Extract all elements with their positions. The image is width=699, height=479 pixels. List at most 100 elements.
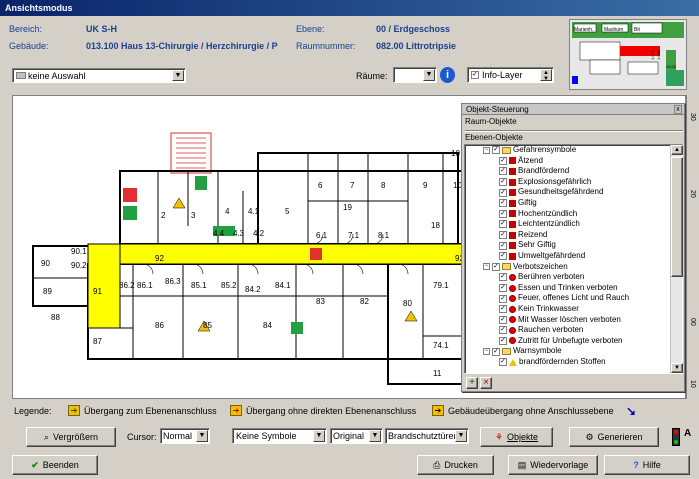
chevron-down-icon[interactable]: ▼ [313, 430, 325, 442]
checkbox-checked-icon[interactable]: ✓ [499, 156, 507, 165]
tree-item[interactable]: ✓ Feuer, offenes Licht und Rauch [483, 293, 682, 304]
room-label[interactable]: 4 [225, 207, 230, 216]
traffic-light-icon[interactable]: A [670, 426, 694, 448]
tree-item[interactable]: ✓ Kein Trinkwasser [483, 304, 682, 315]
tree-group[interactable]: − ✓ Verbotszeichen [483, 262, 682, 273]
tree-item[interactable]: ✓ Zutritt für Unbefugte verboten [483, 336, 682, 347]
cursor-dropdown[interactable]: Normal ▼ [160, 428, 210, 444]
tree-item[interactable]: ✓ Giftig [483, 198, 682, 209]
room-label[interactable]: 80 [403, 299, 412, 308]
close-icon[interactable]: x [674, 105, 682, 114]
room-label[interactable]: 7 [350, 181, 355, 190]
tree-item[interactable]: ✓ Rauchen verboten [483, 325, 682, 336]
checkbox-checked-icon[interactable]: ✓ [499, 336, 507, 345]
room-label[interactable]: 86.2 [119, 281, 135, 290]
tree-item[interactable]: ✓ brandfördernden Stoffen [483, 357, 682, 368]
room-label[interactable]: 4.3 [233, 229, 245, 238]
tree-item[interactable]: ✓ Leichtentzündlich [483, 219, 682, 230]
checkbox-checked-icon[interactable]: ✓ [499, 358, 507, 367]
room-label[interactable]: 79.1 [433, 281, 449, 290]
room-label[interactable]: 9 [423, 181, 428, 190]
ebenen-objekte-header[interactable]: Ebenen-Objekte [465, 133, 523, 142]
scroll-up-icon[interactable]: ▲ [671, 145, 683, 155]
collapse-icon[interactable]: − [483, 263, 490, 271]
checkbox-checked-icon[interactable]: ✓ [471, 71, 479, 79]
chevron-down-icon[interactable]: ▼ [369, 430, 381, 442]
room-label[interactable]: 90.2 [71, 261, 87, 270]
chevron-down-icon[interactable]: ▼ [455, 430, 467, 442]
info-layer-toggle[interactable]: ✓ Info-Layer ▲ ▼ [467, 67, 554, 83]
wiedervorlage-button[interactable]: ▤ Wiedervorlage [508, 455, 598, 475]
spinner-icon[interactable]: ▲ ▼ [540, 69, 552, 82]
raum-objekte-header[interactable]: Raum-Objekte [465, 117, 517, 126]
checkbox-checked-icon[interactable]: ✓ [492, 146, 500, 155]
tree-item[interactable]: ✓ Gesundheitsgefährdend [483, 187, 682, 198]
zoom-button[interactable]: ⌕ Vergrößern [26, 427, 116, 447]
scroll-down-icon[interactable]: ▼ [671, 363, 683, 373]
room-label[interactable]: 3 [191, 211, 196, 220]
collapse-icon[interactable]: − [483, 348, 490, 356]
room-label[interactable]: 5 [285, 207, 290, 216]
room-label[interactable]: 88 [51, 313, 60, 322]
room-label[interactable]: 11 [433, 369, 442, 378]
tree-item[interactable]: ✓ Explosionsgefährlich [483, 177, 682, 188]
generieren-button[interactable]: ⚙ Generieren [569, 427, 659, 447]
auswahl-dropdown[interactable]: keine Auswahl ▼ [12, 68, 186, 83]
checkbox-checked-icon[interactable]: ✓ [499, 326, 507, 335]
tree-item[interactable]: ✓ Berühren verboten [483, 272, 682, 283]
tree-item[interactable]: ✓ Umweltgefährdend [483, 251, 682, 262]
checkbox-checked-icon[interactable]: ✓ [499, 315, 507, 324]
raeume-dropdown[interactable]: ▼ [393, 67, 437, 83]
room-label[interactable]: 91 [93, 287, 102, 296]
brandschutz-dropdown[interactable]: Brandschutztüren ▼ [385, 428, 469, 444]
room-label[interactable]: 90.1 [71, 247, 87, 256]
tree-item[interactable]: ✓ Brandfördernd [483, 166, 682, 177]
add-icon[interactable]: + [466, 377, 478, 389]
room-label[interactable]: 86.3 [165, 277, 181, 286]
room-label[interactable]: 83 [316, 297, 325, 306]
checkbox-checked-icon[interactable]: ✓ [492, 262, 500, 271]
room-label[interactable]: 8 [381, 181, 386, 190]
tree-item[interactable]: ✓ Ätzend [483, 156, 682, 167]
room-label[interactable]: 85.1 [191, 281, 207, 290]
minimap[interactable]: Marienh. Mashum Bit 1.000 1.000 10.05 [569, 19, 687, 90]
checkbox-checked-icon[interactable]: ✓ [499, 231, 507, 240]
room-label[interactable]: 2 [161, 211, 166, 220]
object-tree[interactable]: − ✓ Gefahrensymbole ✓ Ätzend ✓ Brandfördernd… [464, 144, 683, 374]
objekte-button[interactable]: ⚘ Objekte [480, 427, 553, 447]
tree-scrollbar[interactable]: ▲ ▼ [670, 145, 683, 373]
room-label[interactable]: 89 [43, 287, 52, 296]
room-label[interactable]: 84.2 [245, 285, 261, 294]
tree-item[interactable]: ✓ Essen und Trinken verboten [483, 283, 682, 294]
chevron-down-icon[interactable]: ▼ [172, 70, 184, 81]
room-label[interactable]: 85 [203, 321, 212, 330]
info-icon[interactable]: i [440, 67, 455, 83]
checkbox-checked-icon[interactable]: ✓ [499, 209, 507, 218]
hilfe-button[interactable]: ? Hilfe [604, 455, 690, 475]
checkbox-checked-icon[interactable]: ✓ [499, 294, 507, 303]
checkbox-checked-icon[interactable]: ✓ [492, 347, 500, 356]
tree-item[interactable]: ✓ Mit Wasser löschen verboten [483, 315, 682, 326]
checkbox-checked-icon[interactable]: ✓ [499, 178, 507, 187]
checkbox-checked-icon[interactable]: ✓ [499, 199, 507, 208]
tree-group[interactable]: − ✓ Gefahrensymbole [483, 145, 682, 156]
tree-group[interactable]: − ✓ Warnsymbole [483, 346, 682, 357]
checkbox-checked-icon[interactable]: ✓ [499, 273, 507, 282]
room-label[interactable]: 19 [343, 203, 352, 212]
room-label[interactable]: 6.1 [316, 231, 328, 240]
original-dropdown[interactable]: Original ▼ [330, 428, 383, 444]
checkbox-checked-icon[interactable]: ✓ [499, 284, 507, 293]
room-label[interactable]: 87 [93, 337, 102, 346]
tree-item[interactable]: ✓ Hochentzündlich [483, 209, 682, 220]
room-label[interactable]: 18 [431, 221, 440, 230]
scroll-thumb[interactable] [671, 157, 683, 277]
chevron-down-icon[interactable]: ▼ [196, 430, 208, 442]
room-label[interactable]: 85.2 [221, 281, 237, 290]
room-label[interactable]: 84.1 [275, 281, 291, 290]
room-label[interactable]: 10 [451, 149, 460, 158]
symbole-dropdown[interactable]: Keine Symbole ▼ [232, 428, 327, 444]
checkbox-checked-icon[interactable]: ✓ [499, 220, 507, 229]
room-label[interactable]: 92 [155, 254, 164, 263]
checkbox-checked-icon[interactable]: ✓ [499, 167, 507, 176]
delete-icon[interactable]: × [480, 377, 492, 389]
